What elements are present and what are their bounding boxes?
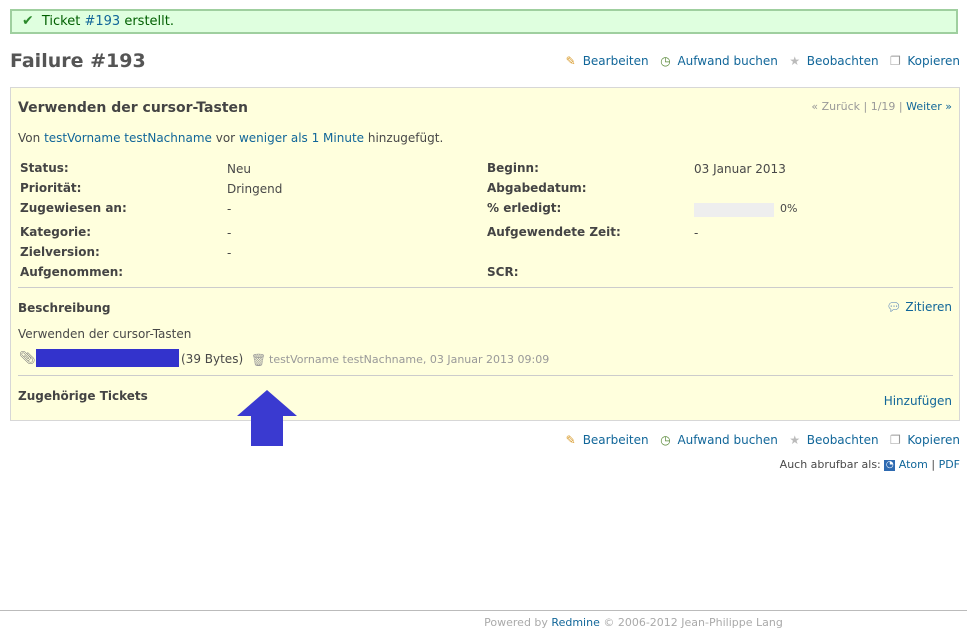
copy-link[interactable]: Kopieren — [907, 54, 960, 68]
copy-button[interactable]: ❐ Kopieren — [888, 433, 960, 447]
status-label: Status: — [20, 161, 69, 175]
attachment-author-date: testVorname testNachname, 03 Januar 2013… — [269, 353, 550, 366]
author-link[interactable]: testVorname testNachname — [44, 131, 212, 145]
trash-icon[interactable]: 🗑︎ — [251, 353, 266, 367]
priority-value: Dringend — [227, 182, 283, 196]
flash-suffix: erstellt. — [124, 14, 175, 29]
atom-link[interactable]: Atom — [899, 458, 928, 471]
log-time-button[interactable]: ◷ Aufwand buchen — [658, 433, 778, 447]
clock-add-icon: ◷ — [660, 54, 671, 68]
target-version-value: - — [227, 246, 232, 260]
issue-navigation: « Zurück | 1/19 | Weiter » — [811, 100, 952, 113]
edit-button[interactable]: ✎ Bearbeiten — [564, 433, 649, 447]
next-link[interactable]: Weiter » — [906, 100, 952, 113]
flash-notice: ✔ Ticket #193 erstellt. — [10, 9, 958, 34]
quote-link[interactable]: Zitieren — [905, 300, 952, 314]
spent-time-value: - — [694, 226, 699, 240]
copy-icon: ❐ — [890, 54, 901, 68]
other-formats-label: Auch abrufbar als: — [779, 458, 881, 471]
bottom-toolbar: ✎ Bearbeiten ◷ Aufwand buchen ★ Beobachten … — [558, 433, 960, 447]
edit-button[interactable]: ✎ Bearbeiten — [564, 54, 649, 68]
powered-by: Powered by — [484, 616, 548, 629]
recorded-label: Aufgenommen: — [20, 265, 124, 279]
issue-author-line: Von testVorname testNachname vor weniger… — [18, 131, 443, 145]
prev-link[interactable]: « Zurück — [811, 100, 860, 113]
assignee-label: Zugewiesen an: — [20, 201, 127, 215]
done-ratio-label: % erledigt: — [487, 201, 562, 215]
redmine-link[interactable]: Redmine — [551, 616, 599, 629]
assignee-value: - — [227, 202, 232, 216]
arrow-up-annotation — [237, 390, 297, 446]
spent-time-label: Aufgewendete Zeit: — [487, 225, 621, 239]
log-time-link[interactable]: Aufwand buchen — [677, 54, 777, 68]
watch-button[interactable]: ★ Beobachten — [788, 433, 879, 447]
attachment-link-redacted[interactable] — [36, 349, 179, 367]
start-date-value: 03 Januar 2013 — [694, 162, 786, 176]
watch-link[interactable]: Beobachten — [807, 433, 879, 447]
author-mid: vor — [215, 131, 236, 145]
add-relation-link[interactable]: Hinzufügen — [884, 394, 952, 408]
scr-label: SCR: — [487, 265, 519, 279]
other-formats: Auch abrufbar als: ◔ Atom | PDF — [779, 458, 960, 471]
log-time-link[interactable]: Aufwand buchen — [677, 433, 777, 447]
star-icon: ★ — [789, 433, 801, 447]
quote-button[interactable]: 💬︎ Zitieren — [886, 300, 952, 314]
footer-divider — [0, 610, 967, 611]
pencil-icon: ✎ — [565, 433, 576, 447]
author-prefix: Von — [18, 131, 41, 145]
copy-icon: ❐ — [890, 433, 901, 447]
target-version-label: Zielversion: — [20, 245, 100, 259]
edit-link[interactable]: Bearbeiten — [583, 54, 649, 68]
start-date-label: Beginn: — [487, 161, 539, 175]
priority-label: Priorität: — [20, 181, 82, 195]
category-label: Kategorie: — [20, 225, 92, 239]
footer: Powered by Redmine © 2006-2012 Jean-Phil… — [0, 616, 967, 629]
description-text: Verwenden der cursor-Tasten — [18, 327, 192, 341]
clock-add-icon: ◷ — [660, 433, 671, 447]
attachment-size: (39 Bytes) — [181, 352, 244, 366]
paperclip-icon: 📎︎ — [19, 351, 36, 366]
divider — [18, 287, 953, 288]
issue-box: Verwenden der cursor-Tasten « Zurück | 1… — [10, 87, 960, 421]
checkmark-icon: ✔ — [22, 13, 34, 29]
category-value: - — [227, 226, 232, 240]
copyright: © 2006-2012 Jean-Philippe Lang — [603, 616, 783, 629]
pdf-link[interactable]: PDF — [939, 458, 960, 471]
rss-icon: ◔ — [884, 459, 896, 471]
flash-ticket-link[interactable]: #193 — [84, 14, 120, 29]
pencil-icon: ✎ — [565, 54, 576, 68]
log-time-button[interactable]: ◷ Aufwand buchen — [658, 54, 778, 68]
speech-bubble-icon: 💬︎ — [886, 300, 902, 314]
flash-prefix: Ticket — [41, 14, 81, 29]
issue-position: 1/19 — [870, 100, 896, 113]
status-value: Neu — [227, 162, 251, 176]
copy-link[interactable]: Kopieren — [907, 433, 960, 447]
relations-title: Zugehörige Tickets — [18, 389, 148, 403]
star-icon: ★ — [789, 54, 801, 68]
divider — [18, 375, 953, 376]
time-ago-link[interactable]: weniger als 1 Minute — [239, 131, 364, 145]
done-ratio-value: 0% — [780, 202, 798, 215]
author-suffix: hinzugefügt. — [367, 131, 444, 145]
progress-bar — [694, 203, 774, 217]
issue-subject: Verwenden der cursor-Tasten — [18, 100, 248, 116]
edit-link[interactable]: Bearbeiten — [583, 433, 649, 447]
copy-button[interactable]: ❐ Kopieren — [888, 54, 960, 68]
watch-button[interactable]: ★ Beobachten — [788, 54, 879, 68]
page-title: Failure #193 — [10, 50, 146, 72]
description-title: Beschreibung — [18, 301, 111, 315]
top-toolbar: ✎ Bearbeiten ◷ Aufwand buchen ★ Beobachten … — [558, 54, 960, 68]
watch-link[interactable]: Beobachten — [807, 54, 879, 68]
due-date-label: Abgabedatum: — [487, 181, 587, 195]
